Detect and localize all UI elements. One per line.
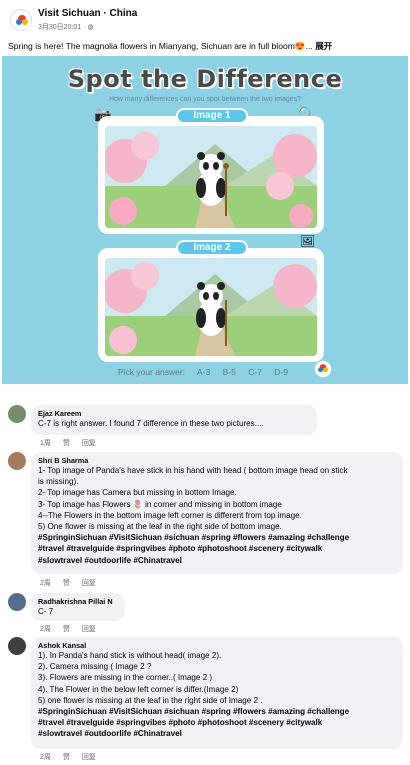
post-header: Visit Sichuan · China 3月30日20:01 · ◍ bbox=[6, 6, 406, 36]
comment-text-line: 2- Top image has Camera but missing in b… bbox=[38, 488, 237, 498]
comment-time[interactable]: 1周 bbox=[40, 440, 51, 447]
comment-hashtags[interactable]: #travel #travelguide #springvibes #photo… bbox=[38, 717, 395, 728]
comment-time[interactable]: 2周 bbox=[40, 626, 51, 633]
comment-hashtags[interactable]: #slowtravel #outdoorlife #Chinatravel bbox=[38, 555, 395, 566]
image-1-scene bbox=[105, 126, 317, 228]
comment-hashtags[interactable]: #slowtravel #outdoorlife #Chinatravel bbox=[38, 728, 395, 739]
answer-prompt: Pick your answer: bbox=[118, 367, 186, 377]
comment-text-line: 1). In Panda's hand stick is without hea… bbox=[38, 651, 222, 660]
comment-actions: 2周 赞 回复 bbox=[40, 578, 106, 588]
photos-icon: 🖼 bbox=[300, 234, 316, 248]
post-image[interactable]: Spot the Difference How many differences… bbox=[2, 56, 408, 384]
comment-actions: 2周 赞 回复 bbox=[40, 624, 106, 634]
answer-option-d: D-9 bbox=[274, 367, 288, 377]
comment-text-line: 5) one flower is missing at the leaf in … bbox=[38, 695, 263, 705]
comment-bubble: Ejaz Kareem C-7 is right answer. I found… bbox=[31, 405, 317, 435]
reply-button[interactable]: 回复 bbox=[82, 440, 96, 447]
comment-text-line: 2). Camera missing ( Image 2 ? bbox=[38, 662, 152, 672]
reply-button[interactable]: 回复 bbox=[82, 580, 96, 587]
like-button[interactable]: 赞 bbox=[63, 440, 70, 447]
post-timestamp[interactable]: 3月30日20:01 · bbox=[38, 24, 85, 31]
comment-text-line: 3- Top image has Flowers 🌷 in corner and… bbox=[38, 499, 282, 509]
image-2-label: Image 2 bbox=[176, 240, 248, 256]
comment-time[interactable]: 2周 bbox=[40, 754, 51, 761]
commenter-avatar[interactable] bbox=[8, 593, 26, 611]
page-name[interactable]: Visit Sichuan · China bbox=[38, 8, 137, 19]
image-2-panel: Image 2 bbox=[98, 240, 324, 362]
like-button[interactable]: 赞 bbox=[63, 580, 70, 587]
comment-item: Ashok Kansal 1). In Panda's hand stick i… bbox=[8, 637, 404, 763]
like-button[interactable]: 赞 bbox=[63, 626, 70, 633]
commenter-avatar[interactable] bbox=[8, 452, 26, 470]
answer-option-a: A-3 bbox=[197, 367, 211, 377]
comment-text-line: 4--The Flowers in the bottom image left … bbox=[38, 510, 302, 520]
post-caption: Spring is here! The magnolia flowers in … bbox=[8, 40, 404, 52]
comment-actions: 2周 赞 回复 bbox=[40, 752, 106, 762]
comment-bubble: Ashok Kansal 1). In Panda's hand stick i… bbox=[31, 637, 403, 749]
comment-hashtags[interactable]: #SpringinSichuan #VisitSichuan #sichuan … bbox=[38, 706, 395, 717]
page-avatar[interactable] bbox=[10, 9, 32, 31]
comment-text: C- 7 bbox=[38, 607, 54, 616]
image-2-scene bbox=[105, 258, 317, 356]
commenter-avatar[interactable] bbox=[8, 405, 26, 423]
sichuan-logo-icon bbox=[13, 12, 31, 30]
comment-item: Ejaz Kareem C-7 is right answer. I found… bbox=[8, 405, 404, 450]
comment-hashtags[interactable]: #travel #travelguide #springvibes #photo… bbox=[38, 543, 395, 554]
like-button[interactable]: 赞 bbox=[63, 754, 70, 761]
comment-text-line: is missing). bbox=[38, 477, 79, 487]
image-1-label: Image 1 bbox=[176, 108, 248, 124]
reply-button[interactable]: 回复 bbox=[82, 626, 96, 633]
answer-option-c: C-7 bbox=[248, 367, 262, 377]
image-1-panel: Image 1 bbox=[98, 108, 324, 234]
comment-text-line: 1- Top image of Panda's have stick in hi… bbox=[38, 466, 348, 475]
comment-bubble: Radhakrishna Pillai N C- 7 bbox=[31, 593, 125, 621]
comment-bubble: Shri B Sharma 1- Top image of Panda's ha… bbox=[31, 452, 403, 574]
image-title: Spot the Difference bbox=[67, 65, 343, 93]
comment-text-line: 5) One flower is missing at the leaf in … bbox=[38, 522, 282, 532]
comment-item: Radhakrishna Pillai N C- 7 2周 赞 回复 bbox=[8, 593, 404, 633]
comment-text-line: 3). Flowers are missing in the corner..(… bbox=[38, 673, 213, 683]
caption-text: Spring is here! The magnolia flowers in … bbox=[8, 41, 313, 51]
comment-text-line: 4). The Flower in the below left corner … bbox=[38, 684, 239, 694]
comment-actions: 1周 赞 回复 bbox=[40, 438, 106, 448]
sichuan-logo-icon bbox=[314, 360, 332, 378]
comment-item: Shri B Sharma 1- Top image of Panda's ha… bbox=[8, 452, 404, 590]
globe-icon: ◍ bbox=[87, 24, 94, 31]
see-more-link[interactable]: 展开 bbox=[315, 41, 332, 51]
comment-text: C-7 is right answer. I found 7 differenc… bbox=[38, 419, 264, 428]
answer-options: Pick your answer: A-3 B-5 C-7 D-9 bbox=[118, 367, 298, 377]
image-subtitle: How many differences can you spot betwee… bbox=[108, 96, 302, 103]
commenter-name[interactable]: Shri B Sharma bbox=[38, 456, 395, 465]
commenter-name[interactable]: Ashok Kansal bbox=[38, 641, 395, 650]
commenter-avatar[interactable] bbox=[8, 637, 26, 655]
post-meta: 3月30日20:01 · ◍ bbox=[38, 22, 94, 32]
reply-button[interactable]: 回复 bbox=[82, 754, 96, 761]
comment-hashtags[interactable]: #SpringinSichuan #VisitSichuan #sichuan … bbox=[38, 532, 395, 543]
comment-time[interactable]: 2周 bbox=[40, 580, 51, 587]
commenter-name[interactable]: Ejaz Kareem bbox=[38, 409, 309, 418]
answer-option-b: B-5 bbox=[222, 367, 236, 377]
commenter-name[interactable]: Radhakrishna Pillai N bbox=[38, 597, 117, 606]
